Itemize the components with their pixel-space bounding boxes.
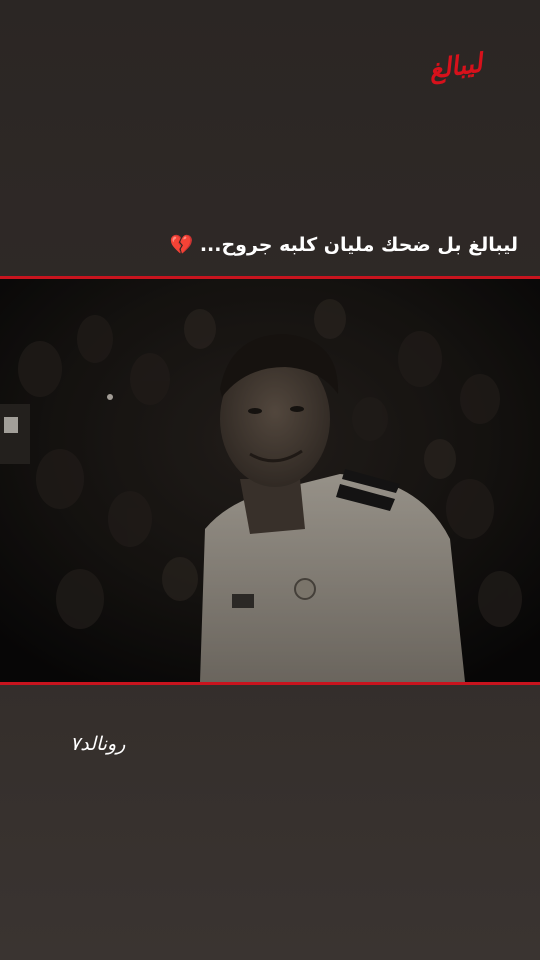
brand-logo: ليبالغ bbox=[426, 48, 484, 86]
bottom-accent-line bbox=[0, 682, 540, 685]
post-caption: ليبالغ بل ضحك مليان كلبه جروح... 💔 bbox=[170, 233, 518, 256]
broken-heart-icon: 💔 bbox=[169, 234, 194, 256]
video-frame[interactable] bbox=[0, 279, 540, 682]
video-still bbox=[0, 279, 540, 682]
caption-text: ليبالغ بل ضحك مليان كلبه جروح... bbox=[199, 234, 518, 256]
signature-text: رونالد٧ bbox=[70, 733, 126, 755]
